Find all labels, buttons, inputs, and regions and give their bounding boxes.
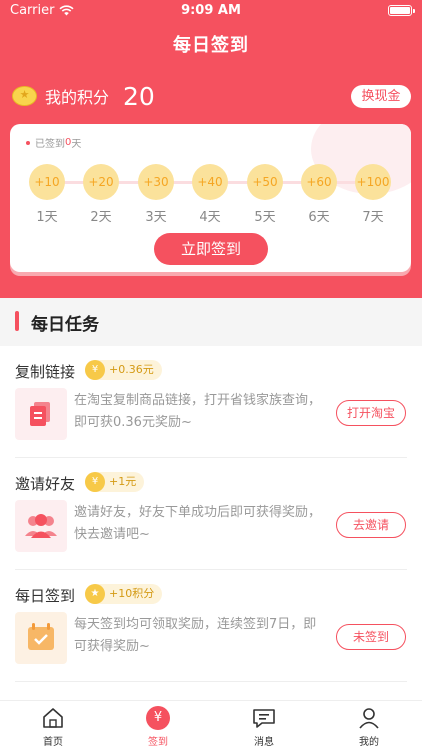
task-item-daily-checkin: 每日签到 ★ +10积分 每天签到均可领取奖励，连续签到7日，即可获得奖励~ 未… bbox=[0, 570, 422, 682]
yen-icon: ¥ bbox=[146, 706, 170, 730]
calendar-check-icon bbox=[28, 623, 54, 650]
day-item: +50 5天 bbox=[247, 164, 283, 225]
section-header: 每日任务 bbox=[0, 298, 422, 346]
battery-icon bbox=[388, 5, 415, 16]
yen-coin-icon: ¥ bbox=[85, 472, 105, 492]
exchange-cash-button[interactable]: 换现金 bbox=[351, 85, 411, 108]
task-reward-badge: ¥ +0.36元 bbox=[85, 360, 162, 380]
day-item: +60 6天 bbox=[301, 164, 337, 225]
tab-bar: 首页 ¥ 签到 消息 我的 bbox=[0, 700, 422, 750]
signed-suffix: 天 bbox=[71, 139, 82, 150]
tab-profile[interactable]: 我的 bbox=[329, 705, 409, 748]
status-time: 9:09 AM bbox=[181, 3, 241, 18]
task-description: 在淘宝复制商品链接，打开省钱家族查询，即可获0.36元奖励~ bbox=[74, 393, 322, 430]
task-icon-box bbox=[15, 388, 67, 440]
day-reward-coin: +100 bbox=[355, 164, 391, 200]
task-description: 邀请好友，好友下单成功后即可获得奖励，快去邀请吧~ bbox=[74, 505, 322, 542]
day-reward-coin: +10 bbox=[29, 164, 65, 200]
day-item: +100 7天 bbox=[355, 164, 391, 225]
day-reward-coin: +30 bbox=[138, 164, 174, 200]
points-row: 我的积分 20 bbox=[12, 81, 155, 111]
home-icon bbox=[43, 708, 63, 728]
yen-coin-icon: ¥ bbox=[85, 360, 105, 380]
copy-icon bbox=[30, 402, 50, 426]
task-title: 复制链接 bbox=[15, 363, 76, 381]
task-title: 每日签到 bbox=[15, 587, 76, 605]
day-label: 2天 bbox=[90, 210, 112, 225]
task-item-copy-link: 复制链接 ¥ +0.36元 在淘宝复制商品链接，打开省钱家族查询，即可获0.36… bbox=[0, 346, 422, 458]
task-reward-value: +1元 bbox=[109, 475, 137, 488]
invite-button[interactable]: 去邀请 bbox=[336, 512, 406, 538]
tab-signin[interactable]: ¥ 签到 bbox=[118, 705, 198, 748]
dot-icon bbox=[26, 140, 30, 145]
day-reward-coin: +40 bbox=[192, 164, 228, 200]
divider bbox=[15, 681, 407, 682]
tab-home[interactable]: 首页 bbox=[13, 705, 93, 748]
checkin-card: 已签到 0 天 +10 1天 +20 2天 +30 3天 +40 4天 +50 … bbox=[10, 124, 411, 272]
not-signed-button[interactable]: 未签到 bbox=[336, 624, 406, 650]
day-item: +30 3天 bbox=[138, 164, 174, 225]
points-label: 我的积分 bbox=[45, 88, 110, 107]
section-title: 每日任务 bbox=[31, 315, 99, 335]
points-value: 20 bbox=[123, 81, 155, 111]
task-reward-badge: ¥ +1元 bbox=[85, 472, 145, 492]
task-icon-box bbox=[15, 500, 67, 552]
message-icon bbox=[253, 709, 275, 728]
task-description: 每天签到均可领取奖励，连续签到7日，即可获得奖励~ bbox=[74, 617, 317, 654]
day-reward-coin: +60 bbox=[301, 164, 337, 200]
day-label: 3天 bbox=[145, 210, 167, 225]
page-title: 每日签到 bbox=[173, 35, 249, 56]
day-label: 6天 bbox=[308, 210, 330, 225]
signed-days-info: 已签到 0 天 bbox=[26, 135, 81, 150]
day-item: +20 2天 bbox=[83, 164, 119, 225]
day-label: 4天 bbox=[199, 210, 221, 225]
task-reward-value: +10积分 bbox=[109, 587, 155, 600]
task-reward-badge: ★ +10积分 bbox=[85, 584, 163, 604]
task-reward-value: +0.36元 bbox=[109, 363, 154, 376]
tab-label: 消息 bbox=[254, 737, 274, 748]
tab-label: 签到 bbox=[148, 737, 168, 748]
task-icon-box bbox=[15, 612, 67, 664]
day-label: 7天 bbox=[362, 210, 384, 225]
day-item: +40 4天 bbox=[192, 164, 228, 225]
user-icon bbox=[359, 708, 379, 729]
users-icon bbox=[25, 514, 57, 538]
signed-prefix: 已签到 bbox=[35, 139, 65, 150]
status-bar: Carrier 9:09 AM bbox=[0, 0, 422, 22]
section-accent-bar bbox=[15, 311, 19, 331]
open-taobao-button[interactable]: 打开淘宝 bbox=[336, 400, 406, 426]
coin-icon bbox=[12, 86, 37, 106]
day-label: 1天 bbox=[36, 210, 58, 225]
tab-messages[interactable]: 消息 bbox=[224, 705, 304, 748]
day-label: 5天 bbox=[254, 210, 276, 225]
tab-label: 首页 bbox=[43, 737, 63, 748]
day-reward-coin: +50 bbox=[247, 164, 283, 200]
task-title: 邀请好友 bbox=[15, 475, 76, 493]
tab-label: 我的 bbox=[359, 737, 379, 748]
star-coin-icon: ★ bbox=[85, 584, 105, 604]
header-banner: Carrier 9:09 AM 每日签到 我的积分 20 换现金 已签到 0 天… bbox=[0, 0, 422, 298]
day-reward-coin: +20 bbox=[83, 164, 119, 200]
day-item: +10 1天 bbox=[29, 164, 65, 225]
sign-in-now-button[interactable]: 立即签到 bbox=[154, 233, 268, 265]
task-item-invite-friends: 邀请好友 ¥ +1元 邀请好友，好友下单成功后即可获得奖励，快去邀请吧~ 去邀请 bbox=[0, 458, 422, 570]
